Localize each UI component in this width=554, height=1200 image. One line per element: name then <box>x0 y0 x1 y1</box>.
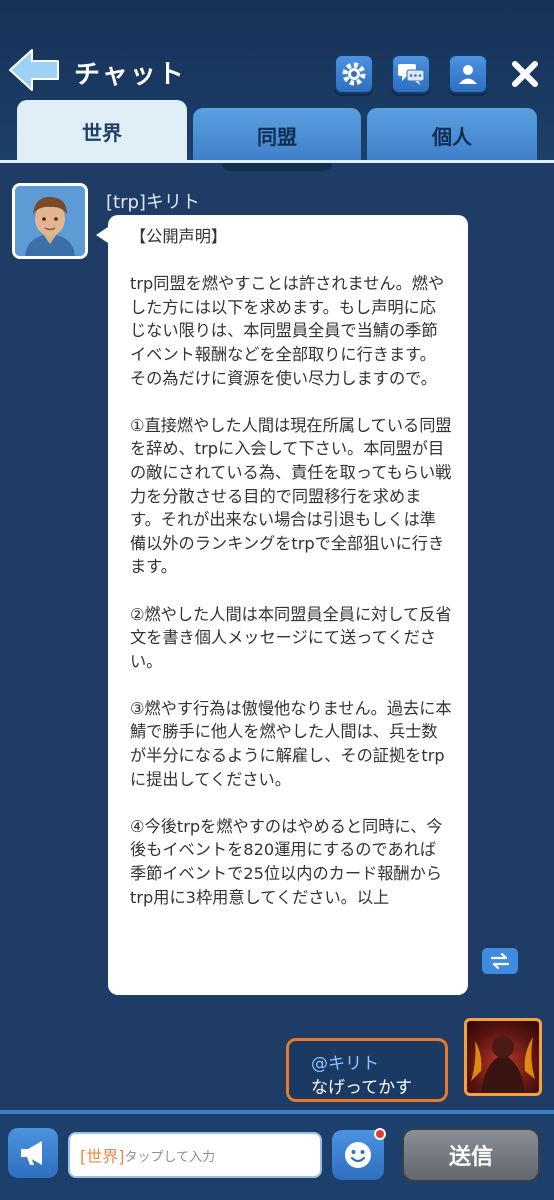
channel-prefix: [世界] <box>80 1147 125 1166</box>
page-title: チャット <box>74 60 186 90</box>
sender-avatar[interactable] <box>12 183 88 259</box>
input-placeholder: タップして入力 <box>124 1149 216 1165</box>
close-icon <box>512 61 538 87</box>
chat-bubbles-icon <box>398 64 425 85</box>
tab-personal[interactable]: 個人 <box>367 108 537 162</box>
reply-bubble[interactable]: @キリト なげってかす <box>286 1038 448 1102</box>
message-text: 【公開声明】 trp同盟を燃やすことは許されません。燃やした方には以下を求めます… <box>130 227 452 907</box>
settings-button[interactable] <box>334 54 374 94</box>
reply-mention[interactable]: @キリト <box>311 1049 379 1074</box>
chat-input[interactable]: [世界] タップして入力 <box>68 1132 322 1178</box>
translate-button[interactable] <box>482 948 518 974</box>
notification-dot <box>374 1128 386 1140</box>
message-bubble[interactable]: 【公開声明】 trp同盟を燃やすことは許されません。燃やした方には以下を求めます… <box>96 215 468 995</box>
send-button[interactable]: 送信 <box>402 1128 540 1182</box>
megaphone-button[interactable] <box>8 1128 58 1178</box>
sender-name: [trp]キリト <box>106 192 200 213</box>
tab-bar: 世界 同盟 個人 <box>0 100 554 162</box>
close-button[interactable] <box>506 55 544 93</box>
back-button[interactable] <box>8 48 60 92</box>
reply-text: なげってかす <box>311 1078 413 1098</box>
my-avatar[interactable] <box>464 1018 542 1096</box>
profile-button[interactable] <box>448 54 488 94</box>
gear-icon <box>342 62 366 86</box>
smiley-icon <box>345 1142 371 1168</box>
tab-alliance[interactable]: 同盟 <box>193 108 361 162</box>
fire-warrior-portrait-icon <box>471 1036 535 1093</box>
megaphone-icon <box>21 1141 42 1165</box>
profile-icon <box>459 65 477 84</box>
tab-world[interactable]: 世界 <box>17 100 187 162</box>
chat-list-button[interactable] <box>391 54 431 94</box>
swap-arrows-icon <box>490 953 510 969</box>
character-portrait-icon <box>15 186 85 256</box>
back-arrow-icon <box>9 49 59 91</box>
drag-handle[interactable] <box>222 163 332 171</box>
